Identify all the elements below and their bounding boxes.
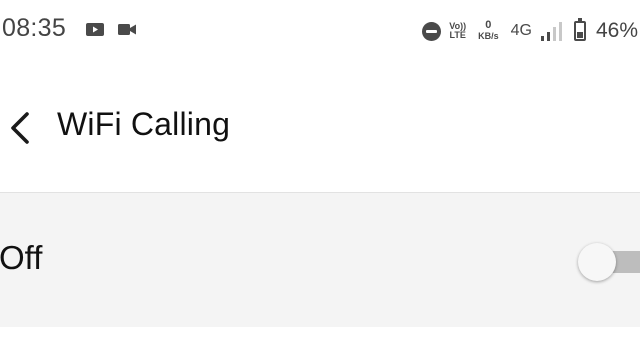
network-type: 4G [510, 22, 532, 39]
content-area [0, 327, 640, 360]
battery-icon [573, 18, 586, 41]
status-icons: Vo)) LTE 0 KB/s 4G 46% [422, 12, 638, 50]
toggle-thumb [578, 243, 616, 281]
signal-bar [552, 27, 556, 41]
network-speed-icon: 0 KB/s [478, 20, 499, 42]
network-speed-unit: KB/s [478, 31, 499, 41]
network-speed-value: 0 [485, 19, 492, 31]
toolbar: WiFi Calling [0, 62, 640, 192]
page-title: WiFi Calling [57, 106, 231, 142]
video-camera-icon [118, 24, 136, 35]
status-bar: 08:35 Vo)) LTE 0 KB/s 4G 46% [0, 0, 640, 62]
wifi-calling-setting-row[interactable]: Off [0, 193, 640, 327]
battery-fill [576, 31, 583, 38]
wifi-calling-state-label: Off [0, 239, 43, 276]
signal-bar [540, 36, 544, 41]
signal-bar [546, 32, 550, 41]
back-arrow-icon [11, 112, 29, 144]
video-recorder-icon [86, 23, 104, 36]
wifi-calling-screen: 08:35 Vo)) LTE 0 KB/s 4G 46% WiFi Callin… [0, 0, 640, 360]
volte-icon: Vo)) LTE [449, 22, 466, 40]
back-button[interactable] [0, 100, 40, 156]
signal-icon [540, 21, 564, 41]
do-not-disturb-icon [422, 21, 442, 41]
wifi-calling-toggle[interactable] [578, 243, 640, 281]
battery-percent: 46% [595, 19, 638, 42]
status-time: 08:35 [2, 14, 67, 42]
signal-bar [558, 22, 562, 41]
volte-bottom-text: LTE [449, 30, 466, 40]
